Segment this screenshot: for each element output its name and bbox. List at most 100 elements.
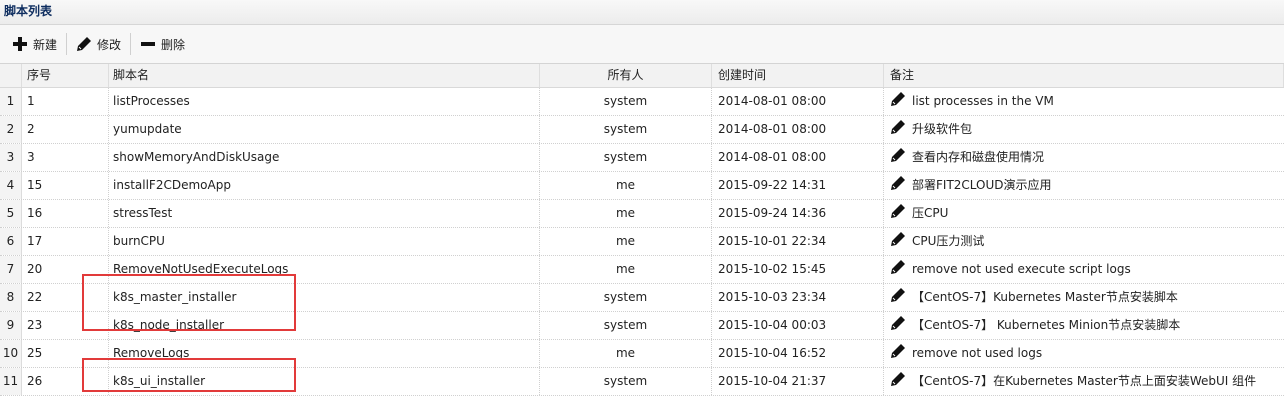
note-text: 查看内存和磁盘使用情况 [912, 150, 1045, 164]
note-text: remove not used logs [912, 346, 1043, 360]
cell-script-name: showMemoryAndDiskUsage [109, 144, 540, 171]
note-text: list processes in the VM [912, 94, 1054, 108]
cell-script-name: listProcesses [109, 88, 540, 115]
edit-button[interactable]: 修改 [70, 31, 127, 57]
pencil-icon [891, 91, 905, 106]
cell-owner: me [540, 200, 712, 227]
pencil-icon [891, 287, 905, 302]
cell-note: 部署FIT2CLOUD演示应用 [884, 172, 1284, 199]
cell-owner: system [540, 88, 712, 115]
cell-created-time: 2015-10-03 23:34 [712, 284, 884, 311]
row-number: 6 [0, 228, 22, 255]
cell-note: 【CentOS-7】在Kubernetes Master节点上面安装WebUI … [884, 368, 1284, 395]
cell-id: 17 [22, 228, 109, 255]
table-row[interactable]: 2 2 yumupdate system 2014-08-01 08:00 升级软件包 [0, 116, 1284, 144]
note-text: 压CPU [912, 206, 949, 220]
table-row[interactable]: 4 15 installF2CDemoApp me 2015-09-22 14:31 部署… [0, 172, 1284, 200]
cell-created-time: 2014-08-01 08:00 [712, 116, 884, 143]
cell-owner: system [540, 312, 712, 339]
cell-id: 1 [22, 88, 109, 115]
row-number: 8 [0, 284, 22, 311]
cell-owner: system [540, 284, 712, 311]
cell-id: 2 [22, 116, 109, 143]
column-header-note[interactable]: 备注 [884, 64, 1284, 87]
table-body: 1 1 listProcesses system 2014-08-01 08:00 lis… [0, 88, 1284, 396]
cell-owner: me [540, 172, 712, 199]
cell-created-time: 2015-10-04 16:52 [712, 340, 884, 367]
cell-id: 3 [22, 144, 109, 171]
row-number: 2 [0, 116, 22, 143]
pencil-icon [891, 259, 905, 274]
delete-button[interactable]: 删除 [134, 31, 191, 57]
pencil-icon [891, 119, 905, 134]
cell-owner: me [540, 340, 712, 367]
highlight-box-ui-installer [82, 358, 296, 392]
cell-owner: me [540, 256, 712, 283]
cell-created-time: 2015-10-01 22:34 [712, 228, 884, 255]
table-row[interactable]: 5 16 stressTest me 2015-09-24 14:36 压CPU [0, 200, 1284, 228]
cell-note: remove not used logs [884, 340, 1284, 367]
pencil-icon [891, 371, 905, 386]
pencil-icon [891, 231, 905, 246]
toolbar-divider [66, 33, 68, 55]
note-text: 【CentOS-7】在Kubernetes Master节点上面安装WebUI … [912, 374, 1257, 388]
pencil-icon [891, 175, 905, 190]
column-header-created[interactable]: 创建时间 [712, 64, 884, 87]
cell-note: 【CentOS-7】Kubernetes Master节点安装脚本 [884, 284, 1284, 311]
column-header-name[interactable]: 脚本名 [109, 64, 540, 87]
cell-note: list processes in the VM [884, 88, 1284, 115]
cell-script-name: stressTest [109, 200, 540, 227]
cell-created-time: 2014-08-01 08:00 [712, 144, 884, 171]
cell-note: remove not used execute script logs [884, 256, 1284, 283]
row-number: 4 [0, 172, 22, 199]
cell-script-name: installF2CDemoApp [109, 172, 540, 199]
cell-id: 16 [22, 200, 109, 227]
pencil-icon [891, 147, 905, 162]
pencil-icon [891, 203, 905, 218]
row-number: 5 [0, 200, 22, 227]
note-text: 【CentOS-7】 Kubernetes Minion节点安装脚本 [912, 318, 1181, 332]
cell-note: 查看内存和磁盘使用情况 [884, 144, 1284, 171]
highlight-box-master-node [82, 274, 296, 331]
plus-icon [13, 37, 27, 51]
row-number: 7 [0, 256, 22, 283]
note-text: CPU压力测试 [912, 234, 985, 248]
cell-created-time: 2015-10-04 00:03 [712, 312, 884, 339]
cell-created-time: 2015-10-04 21:37 [712, 368, 884, 395]
pencil-icon [891, 315, 905, 330]
pencil-icon [77, 37, 92, 51]
column-header-owner[interactable]: 所有人 [540, 64, 712, 87]
cell-created-time: 2015-09-24 14:36 [712, 200, 884, 227]
cell-created-time: 2015-10-02 15:45 [712, 256, 884, 283]
row-number: 11 [0, 368, 22, 395]
delete-button-label: 删除 [161, 37, 186, 52]
table-header: 序号 脚本名 所有人 创建时间 备注 [0, 64, 1284, 88]
note-text: 升级软件包 [912, 122, 973, 136]
pencil-icon [891, 343, 905, 358]
column-header-id[interactable]: 序号 [22, 64, 109, 87]
row-number: 10 [0, 340, 22, 367]
toolbar-divider [130, 33, 132, 55]
cell-owner: me [540, 228, 712, 255]
script-list-panel: 脚本列表 新建 修改 删除 序号 脚本名 所有人 创建时间 备注 1 1 lis… [0, 0, 1284, 408]
new-button[interactable]: 新建 [6, 31, 63, 57]
note-text: remove not used execute script logs [912, 262, 1131, 276]
new-button-label: 新建 [33, 37, 58, 52]
table-row[interactable]: 3 3 showMemoryAndDiskUsage system 2014-08-01… [0, 144, 1284, 172]
cell-note: 升级软件包 [884, 116, 1284, 143]
cell-note: 压CPU [884, 200, 1284, 227]
note-text: 【CentOS-7】Kubernetes Master节点安装脚本 [912, 290, 1178, 304]
toolbar: 新建 修改 删除 [0, 25, 1284, 64]
note-text: 部署FIT2CLOUD演示应用 [912, 178, 1052, 192]
row-number: 1 [0, 88, 22, 115]
table-row[interactable]: 1 1 listProcesses system 2014-08-01 08:00 lis… [0, 88, 1284, 116]
minus-icon [141, 42, 156, 46]
cell-id: 15 [22, 172, 109, 199]
cell-note: CPU压力测试 [884, 228, 1284, 255]
panel-title: 脚本列表 [0, 0, 1284, 25]
table-row[interactable]: 6 17 burnCPU me 2015-10-01 22:34 CPU压力测试 [0, 228, 1284, 256]
script-table: 序号 脚本名 所有人 创建时间 备注 1 1 listProcesses system… [0, 64, 1284, 396]
edit-button-label: 修改 [97, 37, 122, 52]
cell-created-time: 2014-08-01 08:00 [712, 88, 884, 115]
cell-note: 【CentOS-7】 Kubernetes Minion节点安装脚本 [884, 312, 1284, 339]
